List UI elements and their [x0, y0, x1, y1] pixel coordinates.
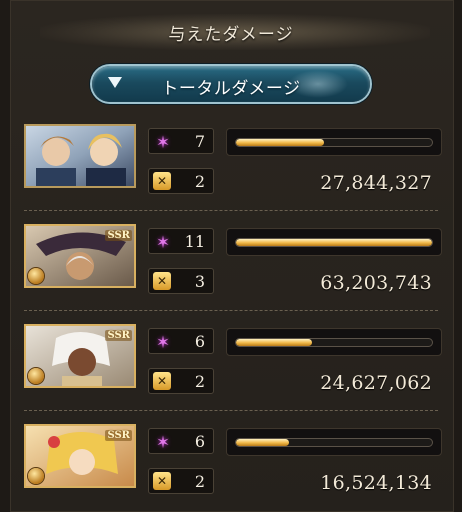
character-portrait[interactable]: SSR — [24, 224, 136, 288]
damage-bar-track — [235, 238, 433, 247]
ssr-rarity-badge: SSR — [105, 430, 132, 441]
element-badge-icon — [28, 368, 44, 384]
hit-count: 6 — [194, 332, 205, 351]
charge-attack-icon: ✕ — [153, 372, 171, 390]
ca-count: 3 — [194, 272, 205, 291]
ssr-rarity-badge: SSR — [105, 330, 132, 341]
party-row: SSR ✶ 6 ✕ 2 24,627,062 — [24, 324, 444, 412]
damage-bar-fill — [236, 439, 289, 446]
hit-count-box: ✶ 6 — [148, 328, 214, 354]
hit-count-box: ✶ 7 — [148, 128, 214, 154]
party-row: SSR ✶ 11 ✕ 3 63,203,743 — [24, 224, 444, 312]
damage-bar-track — [235, 438, 433, 447]
ca-count-box: ✕ 2 — [148, 468, 214, 494]
row-divider — [24, 410, 438, 411]
damage-type-dropdown[interactable]: トータルダメージ — [92, 66, 370, 102]
damage-bar — [226, 428, 442, 456]
damage-bar-fill — [236, 339, 313, 346]
sparkle-icon: ✶ — [155, 132, 171, 152]
ca-count-box: ✕ 3 — [148, 268, 214, 294]
character-portrait[interactable]: SSR — [24, 324, 136, 388]
character-portrait[interactable]: SSR — [24, 424, 136, 488]
hit-count-box: ✶ 11 — [148, 228, 214, 254]
sparkle-icon: ✶ — [155, 232, 171, 252]
charge-attack-icon: ✕ — [153, 172, 171, 190]
damage-bar — [226, 328, 442, 356]
damage-bar-track — [235, 338, 433, 347]
damage-bar — [226, 228, 442, 256]
ca-count: 2 — [194, 172, 205, 191]
hit-count: 11 — [184, 232, 205, 251]
damage-value: 27,844,327 — [320, 172, 432, 194]
charge-attack-icon: ✕ — [153, 472, 171, 490]
ca-count: 2 — [194, 372, 205, 391]
ssr-rarity-badge: SSR — [105, 230, 132, 241]
dropdown-label: トータルダメージ — [161, 79, 301, 98]
damage-value: 63,203,743 — [320, 272, 432, 294]
ca-count-box: ✕ 2 — [148, 168, 214, 194]
sparkle-icon: ✶ — [155, 432, 171, 452]
hit-count: 7 — [194, 132, 205, 151]
row-divider — [24, 310, 438, 311]
damage-bar — [226, 128, 442, 156]
party-row: SSR ✶ 6 ✕ 2 16,524,134 — [24, 424, 444, 512]
ca-count-box: ✕ 2 — [148, 368, 214, 394]
sparkle-icon: ✶ — [155, 332, 171, 352]
damage-bar-fill — [236, 239, 432, 246]
damage-value: 24,627,062 — [320, 372, 432, 394]
damage-bar-fill — [236, 139, 325, 146]
party-row: ✶ 7 ✕ 2 27,844,327 — [24, 124, 444, 212]
damage-bar-track — [235, 138, 433, 147]
character-portrait[interactable] — [24, 124, 136, 188]
page-title: 与えたダメージ — [168, 25, 294, 44]
element-badge-icon — [28, 468, 44, 484]
element-badge-icon — [28, 268, 44, 284]
ca-count: 2 — [194, 472, 205, 491]
hit-count: 6 — [194, 432, 205, 451]
hit-count-box: ✶ 6 — [148, 428, 214, 454]
damage-value: 16,524,134 — [320, 472, 432, 494]
charge-attack-icon: ✕ — [153, 272, 171, 290]
row-divider — [24, 210, 438, 211]
